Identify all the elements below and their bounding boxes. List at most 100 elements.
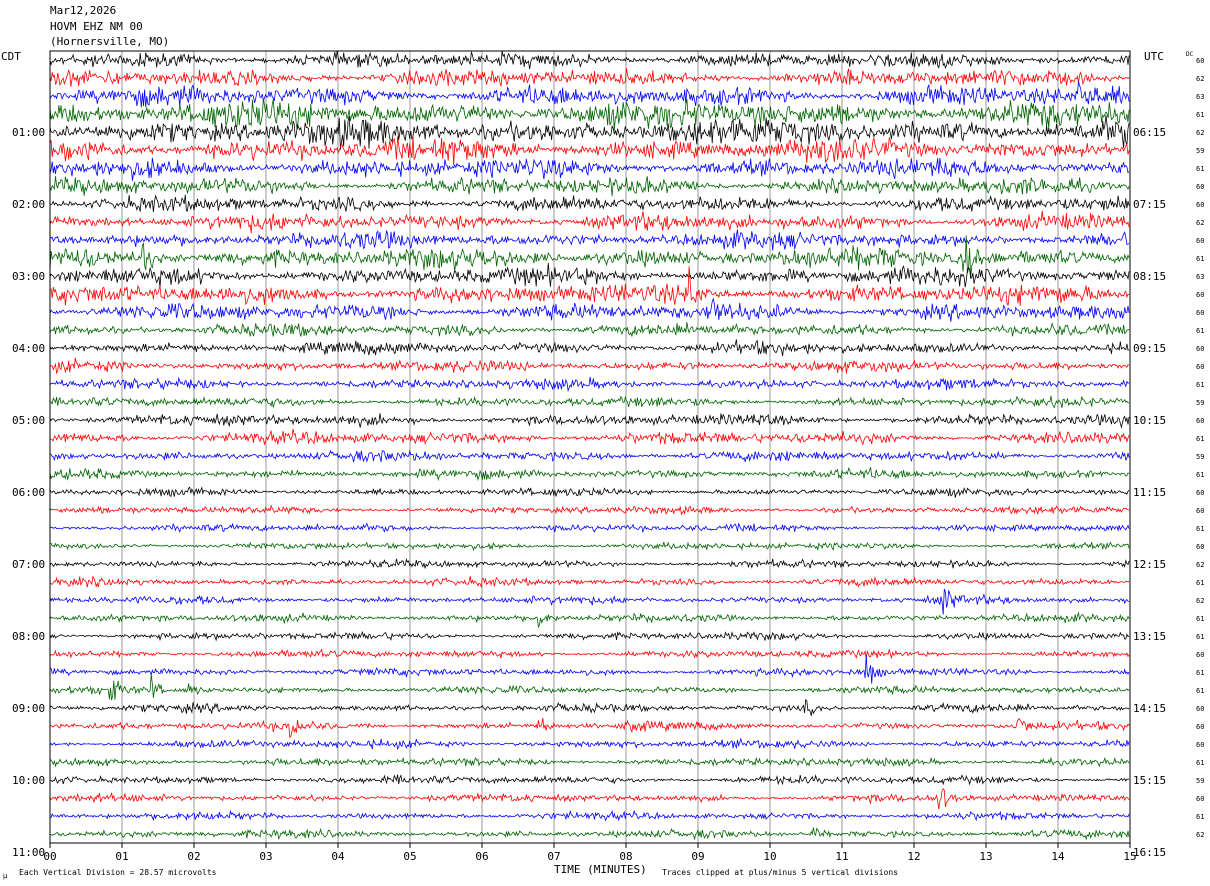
- axis-labels: CDT UTC DC TIME (MINUTES) µ Each Vertica…: [1, 50, 1204, 880]
- dc-offset-value: 61: [1196, 687, 1204, 695]
- left-hour-label: 11:00: [12, 846, 45, 859]
- right-hour-label: 06:15: [1133, 126, 1166, 139]
- corner-mark: µ: [3, 872, 8, 880]
- dc-offset-value: 60: [1196, 705, 1204, 713]
- seismic-trace: [49, 467, 1130, 482]
- seismic-trace: [49, 698, 1130, 716]
- left-timezone-label: CDT: [1, 50, 21, 63]
- dc-offset-value: 61: [1196, 165, 1204, 173]
- dc-offset-value: 61: [1196, 381, 1204, 389]
- seismic-trace: [49, 718, 1130, 738]
- seismic-trace: [49, 339, 1130, 356]
- seismic-trace: [49, 194, 1130, 213]
- dc-offset-value: 62: [1196, 75, 1204, 83]
- dc-offset-value: 59: [1196, 399, 1204, 407]
- dc-offset-value: 61: [1196, 525, 1204, 533]
- left-hour-label: 06:00: [12, 486, 45, 499]
- dc-offset-value: 60: [1196, 543, 1204, 551]
- seismic-trace: [49, 297, 1130, 322]
- right-hour-label: 09:15: [1133, 342, 1166, 355]
- left-hour-label: 09:00: [12, 702, 45, 715]
- dc-offset-value: 62: [1196, 129, 1204, 137]
- dc-offset-value: 63: [1196, 93, 1204, 101]
- dc-offset-value: 62: [1196, 561, 1204, 569]
- seismic-trace: [49, 98, 1130, 131]
- x-tick-label: 04: [331, 850, 345, 863]
- seismic-trace: [49, 611, 1130, 628]
- seismic-trace: [49, 322, 1130, 338]
- seismic-trace: [49, 654, 1130, 684]
- right-hour-label: 08:15: [1133, 270, 1166, 283]
- seismic-traces: [49, 50, 1130, 841]
- dc-offset-value: 61: [1196, 759, 1204, 767]
- scale-note: Each Vertical Division = 28.57 microvolt…: [19, 868, 217, 877]
- dc-offset-value: 62: [1196, 219, 1204, 227]
- dc-offset-value: 60: [1196, 651, 1204, 659]
- seismic-trace: [49, 115, 1130, 150]
- x-tick-label: 05: [403, 850, 416, 863]
- x-tick-label: 03: [259, 850, 272, 863]
- x-tick-label: 01: [115, 850, 128, 863]
- dc-offset-value: 60: [1196, 201, 1204, 209]
- clip-note: Traces clipped at plus/minus 5 vertical …: [662, 868, 898, 877]
- dc-offset-value: 60: [1196, 417, 1204, 425]
- seismic-trace: [49, 809, 1130, 822]
- dc-offset-value: 60: [1196, 795, 1204, 803]
- dc-label: DC: [1186, 51, 1194, 58]
- left-hour-label: 02:00: [12, 198, 45, 211]
- dc-offset-value: 59: [1196, 147, 1204, 155]
- seismic-trace: [49, 756, 1130, 768]
- left-hour-label: 04:00: [12, 342, 45, 355]
- seismic-trace: [49, 630, 1130, 642]
- seismic-trace: [49, 357, 1130, 375]
- seismic-trace: [49, 176, 1130, 197]
- x-tick-label: 08: [619, 850, 632, 863]
- dc-offset-value: 61: [1196, 813, 1204, 821]
- seismic-trace: [49, 428, 1130, 446]
- left-hour-label: 08:00: [12, 630, 45, 643]
- right-hour-label: 16:15: [1133, 846, 1166, 859]
- dc-offset-value: 61: [1196, 327, 1204, 335]
- seismic-trace: [49, 376, 1130, 392]
- seismic-trace: [49, 136, 1130, 166]
- dc-offset-value: 60: [1196, 363, 1204, 371]
- dc-offset-value: 63: [1196, 273, 1204, 281]
- seismic-trace: [49, 395, 1130, 409]
- seismic-trace: [49, 81, 1130, 108]
- dc-offset-value: 61: [1196, 669, 1204, 677]
- seismic-trace: [49, 229, 1130, 251]
- dc-offset-value: 60: [1196, 345, 1204, 353]
- dc-offset-value: 61: [1196, 111, 1204, 119]
- left-hour-label: 03:00: [12, 270, 45, 283]
- seismic-trace: [49, 774, 1130, 786]
- seismic-trace: [49, 522, 1130, 534]
- seismic-trace: [49, 737, 1130, 750]
- dc-offset-value: 61: [1196, 471, 1204, 479]
- dc-offset-value: 62: [1196, 597, 1204, 605]
- right-timezone-label: UTC: [1144, 50, 1164, 63]
- x-axis-label: TIME (MINUTES): [554, 863, 647, 876]
- right-hour-label: 14:15: [1133, 702, 1166, 715]
- seismic-trace: [49, 827, 1130, 841]
- right-hour-label: 10:15: [1133, 414, 1166, 427]
- dc-offset-value: 60: [1196, 741, 1204, 749]
- seismic-trace: [49, 413, 1130, 429]
- dc-offset-value: 62: [1196, 831, 1204, 839]
- dc-offset-value: 60: [1196, 723, 1204, 731]
- x-tick-label: 13: [979, 850, 992, 863]
- x-tick-label: 09: [691, 850, 704, 863]
- dc-offset-value: 61: [1196, 579, 1204, 587]
- seismic-trace: [49, 558, 1130, 569]
- right-hour-label: 13:15: [1133, 630, 1166, 643]
- dc-offset-value: 59: [1196, 777, 1204, 785]
- seismic-trace: [49, 157, 1130, 181]
- left-hour-label: 10:00: [12, 774, 45, 787]
- dc-offset-value: 60: [1196, 291, 1204, 299]
- x-tick-label: 00: [43, 850, 56, 863]
- x-tick-label: 11: [835, 850, 848, 863]
- seismic-trace: [49, 588, 1130, 615]
- dc-offset-value: 60: [1196, 237, 1204, 245]
- seismic-trace: [49, 486, 1130, 498]
- helicorder-plot: CDT UTC DC TIME (MINUTES) µ Each Vertica…: [1, 50, 1204, 880]
- x-tick-label: 12: [907, 850, 920, 863]
